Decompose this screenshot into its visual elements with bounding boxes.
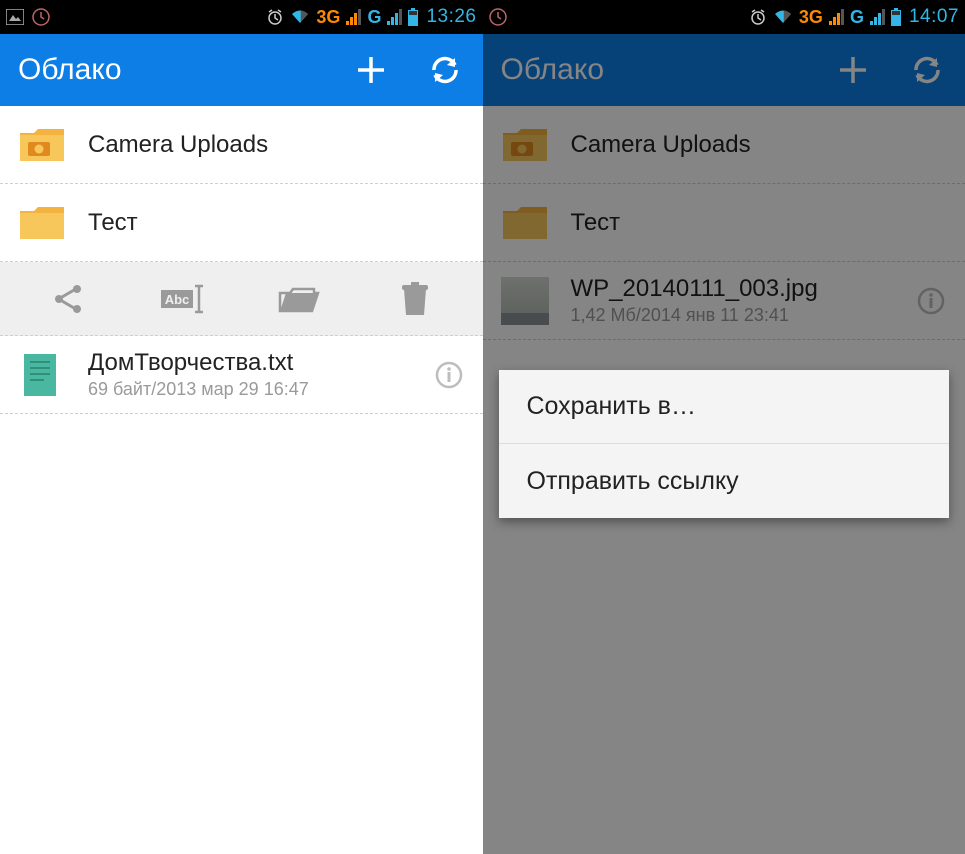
signal-bars-orange-icon [346,9,361,25]
folder-test[interactable]: Тест [0,184,483,262]
file-list: Camera Uploads Тест Abc [0,106,483,414]
refresh-button[interactable] [425,50,465,90]
camera-folder-icon [18,125,66,165]
network-g-label: G [850,7,864,28]
folder-name: Тест [88,209,467,237]
phone-right: 3G G 14:07 Облако [483,0,965,854]
context-menu: Сохранить в… Отправить ссылку [499,370,950,518]
action-bar: Abc [0,262,483,336]
file-txt[interactable]: ДомТворчества.txt 69 байт/2013 мар 29 16… [0,336,483,414]
share-button[interactable] [33,274,103,324]
svg-text:Abc: Abc [165,292,190,307]
battery-icon [891,8,901,26]
clock-purple-icon [32,8,50,26]
status-time: 13:26 [426,6,476,28]
signal-bars-orange-icon [829,9,844,25]
folder-camera-uploads[interactable]: Camera Uploads [0,106,483,184]
network-g-label: G [367,7,381,28]
open-folder-button[interactable] [264,274,334,324]
status-bar: 3G G 13:26 [0,0,483,34]
wifi-icon [773,9,793,25]
wifi-icon [290,9,310,25]
signal-bars-blue-icon [387,9,402,25]
clock-purple-icon [489,8,507,26]
delete-button[interactable] [380,274,450,324]
status-time: 14:07 [909,6,959,28]
signal-bars-blue-icon [870,9,885,25]
file-name: ДомТворчества.txt [88,349,409,377]
text-file-icon [18,355,66,395]
folder-icon [18,203,66,243]
folder-name: Camera Uploads [88,131,467,159]
network-3g-label: 3G [316,7,340,28]
rename-button[interactable]: Abc [148,274,218,324]
app-title: Облако [18,53,122,87]
phone-left: 3G G 13:26 Облако [0,0,483,854]
file-meta: 69 байт/2013 мар 29 16:47 [88,379,409,400]
status-bar: 3G G 14:07 [483,0,965,34]
app-bar: Облако [0,34,483,106]
network-3g-label: 3G [799,7,823,28]
alarm-icon [749,8,767,26]
alarm-icon [266,8,284,26]
gallery-icon [6,9,24,25]
menu-save-to[interactable]: Сохранить в… [499,370,950,444]
add-button[interactable] [351,50,391,90]
menu-send-link[interactable]: Отправить ссылку [499,444,950,518]
battery-icon [408,8,418,26]
info-button[interactable] [431,357,467,393]
